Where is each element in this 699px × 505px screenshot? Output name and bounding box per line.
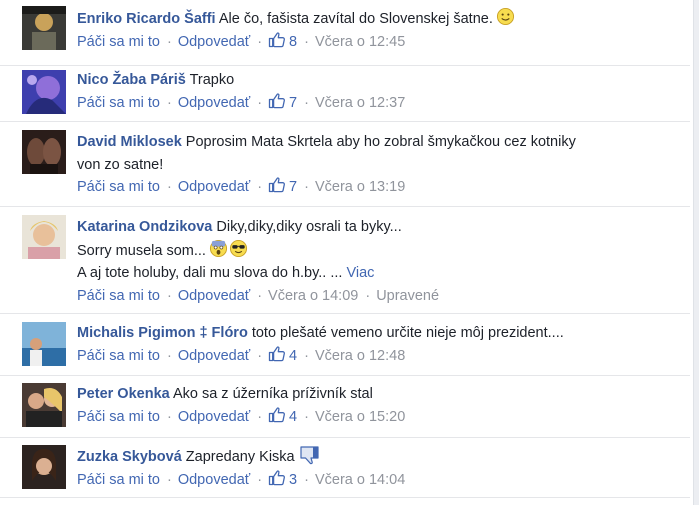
comment-text: toto plešaté vemeno určite nieje môj pre…: [251, 325, 564, 341]
comment-text: Poprosim Mata Skrtela aby ho zobral šmyk…: [185, 134, 576, 150]
comment-timestamp[interactable]: Včera o 12:48: [315, 348, 405, 364]
comment-author[interactable]: Enriko Ricardo Šaffi: [77, 11, 216, 27]
reply-link[interactable]: Odpovedať: [178, 288, 250, 304]
comment-timestamp[interactable]: Včera o 13:19: [315, 179, 405, 195]
thumbs-up-icon: [268, 31, 286, 47]
comment-actions: Páči sa mi to · Odpovedať · 8 · Včera o 12:45: [77, 31, 680, 53]
comment-author[interactable]: Peter Okenka: [77, 386, 170, 402]
like-count[interactable]: 7: [268, 92, 297, 111]
like-link[interactable]: Páči sa mi to: [77, 179, 160, 195]
comment-text: Ale čo, fašista zavítal do Slovenskej ša…: [218, 11, 493, 27]
comment-actions: Páči sa mi to · Odpovedať · 7 · Včera o 13:19: [77, 176, 680, 198]
thumbs-up-icon: [268, 345, 286, 361]
see-more-link[interactable]: Viac: [346, 265, 374, 281]
like-count[interactable]: 4: [268, 406, 297, 425]
comment-text: Diky,diky,diky osrali ta byky...: [216, 219, 402, 235]
comment-actions: Páči sa mi to · Odpovedať · 4 · Včera o 12:48: [77, 345, 680, 367]
comment-text: von zo satne!: [77, 156, 164, 173]
comment: David Miklosek Poprosim Mata Skrtela aby…: [0, 122, 690, 207]
comment: Michalis Pigimon ‡ Flóro toto plešaté ve…: [0, 314, 690, 376]
like-link[interactable]: Páči sa mi to: [77, 95, 160, 111]
comment-timestamp[interactable]: Včera o 15:20: [315, 409, 405, 425]
like-link[interactable]: Páči sa mi to: [77, 288, 160, 304]
scrollbar[interactable]: [693, 0, 699, 505]
avatar[interactable]: [22, 445, 66, 489]
comment-text: Ako sa z úžerníka príživník stal: [172, 386, 373, 402]
avatar[interactable]: [22, 383, 66, 427]
like-link[interactable]: Páči sa mi to: [77, 348, 160, 364]
like-count[interactable]: 4: [268, 345, 297, 364]
like-count[interactable]: 8: [268, 31, 297, 50]
comment: Zuzka Skybová Zapredany Kiska Páči sa mi…: [0, 438, 690, 498]
comment-timestamp[interactable]: Včera o 14:09: [268, 288, 358, 304]
edited-label[interactable]: Upravené: [376, 288, 439, 304]
sunglasses-emoji-icon: [229, 239, 247, 257]
comment-actions: Páči sa mi to · Odpovedať · 4 · Včera o 15:20: [77, 406, 680, 428]
comment-actions: Páči sa mi to · Odpovedať · 3 · Včera o 14:04: [77, 469, 680, 491]
like-count[interactable]: 3: [268, 469, 297, 488]
comment: Katarina Ondzikova Diky,diky,diky osrali…: [0, 207, 690, 314]
comment-author[interactable]: David Miklosek: [77, 134, 182, 150]
comment-text: Trapko: [189, 72, 235, 88]
comment-timestamp[interactable]: Včera o 14:04: [315, 472, 405, 488]
avatar[interactable]: [22, 130, 66, 174]
comment-text: Sorry musela som...: [77, 242, 206, 259]
comment-author[interactable]: Zuzka Skybová: [77, 449, 182, 465]
reply-link[interactable]: Odpovedať: [178, 95, 250, 111]
like-link[interactable]: Páči sa mi to: [77, 34, 160, 50]
thumbs-up-icon: [268, 92, 286, 108]
avatar[interactable]: [22, 6, 66, 50]
thumbs-up-icon: [268, 406, 286, 422]
smiley-emoji-icon: [496, 7, 514, 26]
comment-author[interactable]: Katarina Ondzikova: [77, 219, 212, 235]
thumbs-down-emoji-icon: [300, 446, 319, 465]
thumbs-up-icon: [268, 469, 286, 485]
avatar[interactable]: [22, 322, 66, 366]
avatar[interactable]: [22, 215, 66, 259]
like-link[interactable]: Páči sa mi to: [77, 472, 160, 488]
avatar[interactable]: [22, 70, 66, 114]
reply-link[interactable]: Odpovedať: [178, 409, 250, 425]
comment-actions: Páči sa mi to · Odpovedať · Včera o 14:09 · Up…: [77, 287, 440, 304]
comment: Peter Okenka Ako sa z úžerníka príživník…: [0, 376, 690, 438]
comment-timestamp[interactable]: Včera o 12:45: [315, 34, 405, 50]
comment: Enriko Ricardo Šaffi Ale čo, fašista zav…: [0, 0, 690, 66]
comment-text: Zapredany Kiska: [185, 449, 295, 465]
scream-emoji-icon: [209, 239, 227, 257]
like-count[interactable]: 7: [268, 177, 297, 195]
comments-panel: Enriko Ricardo Šaffi Ale čo, fašista zav…: [0, 0, 699, 505]
reply-link[interactable]: Odpovedať: [178, 179, 250, 195]
comment-actions: Páči sa mi to · Odpovedať · 7 · Včera o 12:37: [77, 92, 680, 114]
reply-link[interactable]: Odpovedať: [178, 472, 250, 488]
comment-timestamp[interactable]: Včera o 12:37: [315, 95, 405, 111]
comment-author[interactable]: Nico Žaba Páriš: [77, 72, 186, 88]
reply-link[interactable]: Odpovedať: [178, 34, 250, 50]
comment-author[interactable]: Michalis Pigimon ‡ Flóro: [77, 325, 248, 341]
thumbs-up-icon: [268, 177, 286, 193]
like-link[interactable]: Páči sa mi to: [77, 409, 160, 425]
reply-link[interactable]: Odpovedať: [178, 348, 250, 364]
comment-text: A aj tote holuby, dali mu slova do h.by.…: [77, 265, 343, 281]
comment: Nico Žaba Páriš Trapko Páči sa mi to · Odp…: [0, 66, 690, 122]
